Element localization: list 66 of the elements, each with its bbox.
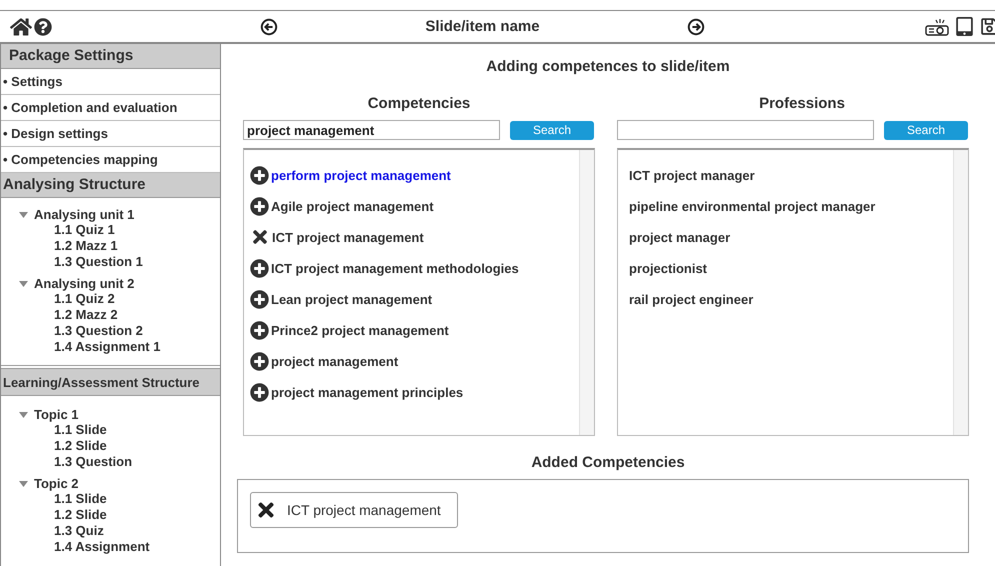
tablet-icon[interactable] <box>955 17 974 36</box>
profession-item[interactable]: projectionist <box>624 259 947 277</box>
tree-item[interactable]: 1.4 Assignment 1 <box>1 339 220 355</box>
tree-item[interactable]: 1.1 Quiz 1 <box>1 222 220 238</box>
save-icon[interactable] <box>980 17 995 36</box>
help-icon[interactable] <box>34 18 52 36</box>
add-icon[interactable] <box>250 196 269 216</box>
settings-link[interactable]: • Settings <box>1 69 220 95</box>
tree-item[interactable]: 1.1 Slide <box>1 491 220 507</box>
tree-node[interactable]: Topic 2 <box>34 476 79 491</box>
tree-item[interactable]: 1.2 Slide <box>1 507 220 523</box>
profession-search-field[interactable] <box>617 120 874 140</box>
tree-item[interactable]: 1.2 Mazz 2 <box>1 307 220 323</box>
competency-chip[interactable]: ICT project management <box>250 492 458 528</box>
profession-item[interactable]: pipeline environmental project manager <box>624 197 947 215</box>
page-heading: Adding competences to slide/item <box>486 58 730 75</box>
competency-search-field[interactable]: project management <box>243 120 500 140</box>
tree-item[interactable]: 1.3 Question 2 <box>1 323 220 339</box>
tree-item[interactable]: 1.3 Question <box>1 454 220 470</box>
competency-item[interactable]: Prince2 project management <box>250 321 573 339</box>
tree-item[interactable]: 1.3 Quiz <box>1 523 220 539</box>
column-heading: Professions <box>758 95 846 112</box>
section-heading: Added Competencies <box>531 454 685 471</box>
scrollbar[interactable] <box>579 150 594 435</box>
profession-item[interactable]: ICT project manager <box>624 166 947 184</box>
section-header: Learning/Assessment Structure <box>1 368 220 396</box>
scrollbar[interactable] <box>953 150 968 435</box>
tree-item[interactable]: 1.2 Mazz 1 <box>1 238 220 254</box>
tree-item[interactable]: 1.3 Question 1 <box>1 254 220 270</box>
competency-item[interactable]: ICT project management <box>250 228 573 246</box>
settings-link[interactable]: • Completion and evaluation <box>1 95 220 121</box>
tree-item[interactable]: 1.1 Quiz 2 <box>1 291 220 307</box>
section-header: Package Settings <box>1 44 220 69</box>
add-icon[interactable] <box>250 352 269 370</box>
tree-item[interactable]: 1.4 Assignment <box>1 539 220 555</box>
expand-arrow-icon[interactable] <box>19 412 28 418</box>
forward-icon[interactable] <box>687 18 705 36</box>
profession-item[interactable]: project manager <box>624 228 947 246</box>
tree-node[interactable]: Analysing unit 2 <box>34 276 134 291</box>
add-icon[interactable] <box>250 382 269 402</box>
profession-item[interactable]: rail project engineer <box>624 290 947 308</box>
add-icon[interactable] <box>250 258 269 278</box>
tree-node[interactable]: Topic 1 <box>34 407 79 422</box>
back-icon[interactable] <box>260 18 278 36</box>
settings-link[interactable]: • Design settings <box>1 121 220 147</box>
projector-icon[interactable] <box>925 16 949 36</box>
tree-item[interactable]: 1.1 Slide <box>1 422 220 438</box>
expand-arrow-icon[interactable] <box>19 480 28 486</box>
section-header: Analysing Structure <box>1 173 220 198</box>
add-icon[interactable] <box>250 290 269 308</box>
home-icon[interactable] <box>10 16 32 38</box>
competency-item[interactable]: Agile project management <box>250 197 573 215</box>
remove-icon[interactable] <box>250 227 270 247</box>
add-icon[interactable] <box>250 320 269 340</box>
competency-item[interactable]: perform project management <box>250 166 573 184</box>
tree-node[interactable]: Analysing unit 1 <box>34 207 134 222</box>
competency-item[interactable]: project management <box>250 352 573 370</box>
expand-arrow-icon[interactable] <box>19 280 28 286</box>
column-heading: Competencies <box>366 95 472 112</box>
tree-item[interactable]: 1.2 Slide <box>1 438 220 454</box>
competency-item[interactable]: Lean project management <box>250 290 573 308</box>
slide-title: Slide/item name <box>425 18 540 35</box>
competency-item[interactable]: project management principles <box>250 383 573 401</box>
expand-arrow-icon[interactable] <box>19 212 28 218</box>
add-icon[interactable] <box>250 166 269 184</box>
competency-item[interactable]: ICT project management methodologies <box>250 259 573 277</box>
